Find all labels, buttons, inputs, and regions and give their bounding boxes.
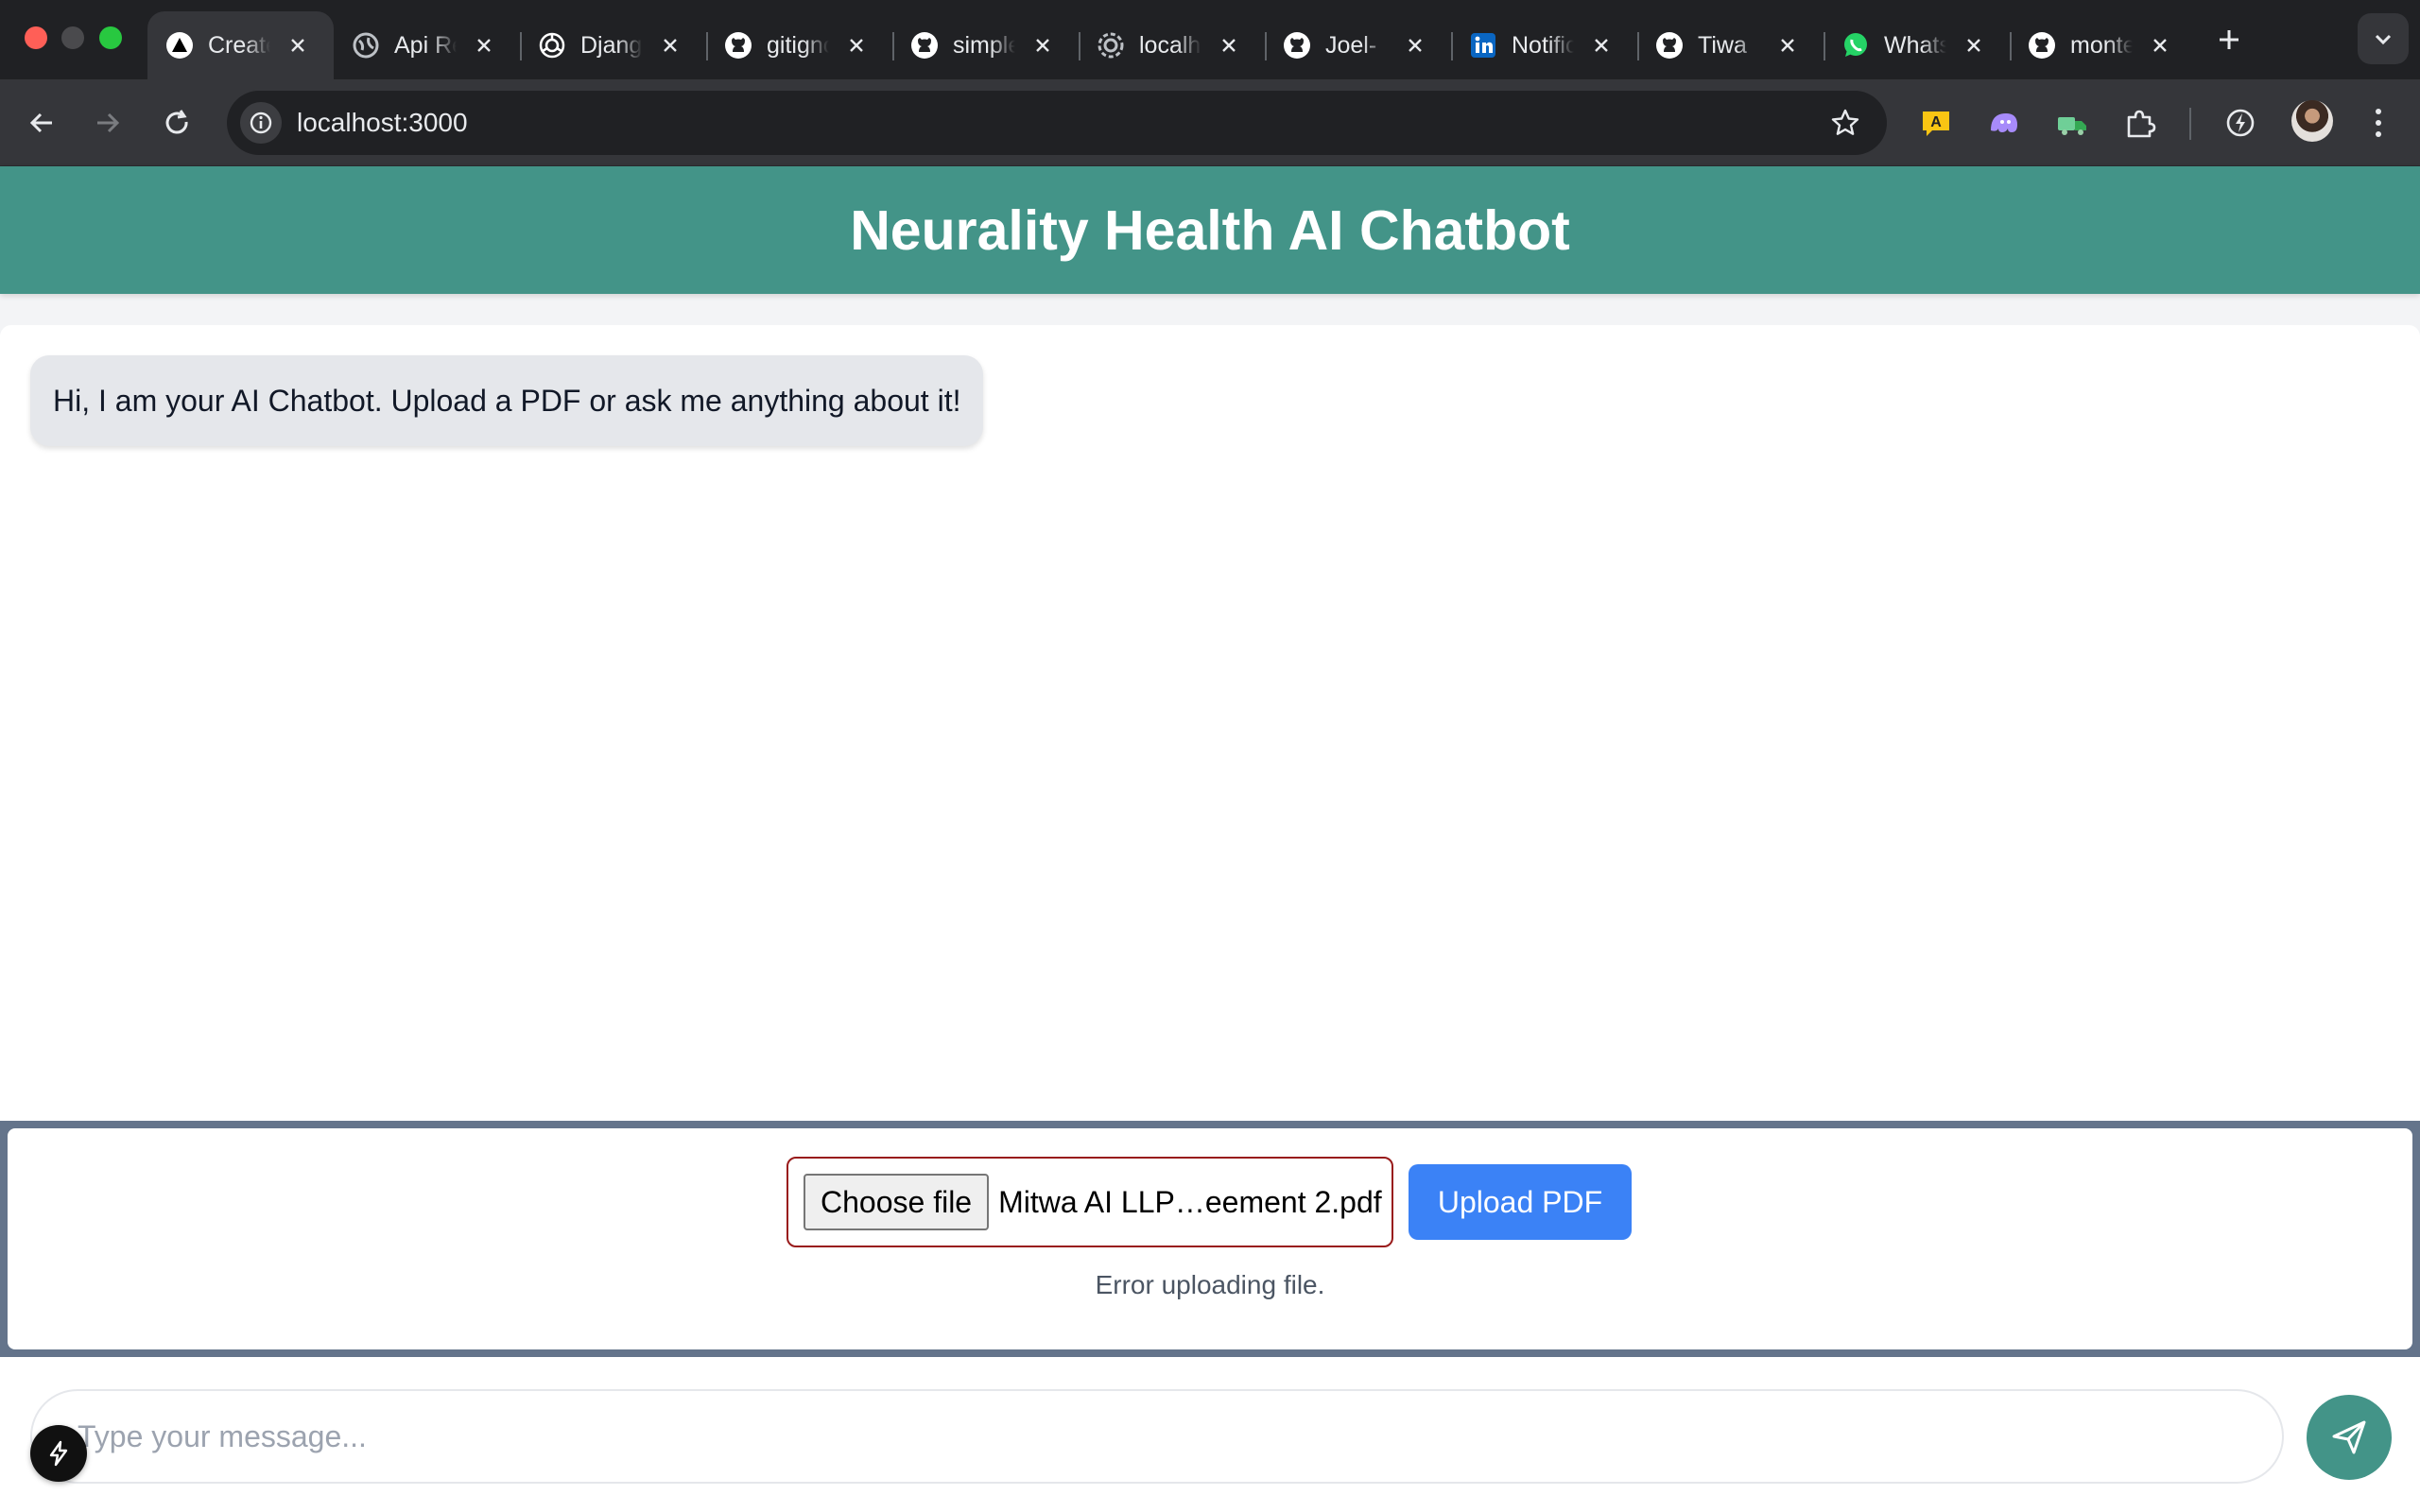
tab-title: Django bbox=[580, 31, 643, 59]
page-title: Neurality Health AI Chatbot bbox=[850, 198, 1570, 262]
forward-button[interactable] bbox=[87, 102, 129, 144]
tab-title: gitignore bbox=[767, 31, 829, 59]
tab-title: monte bbox=[2070, 31, 2133, 59]
linkedin-icon bbox=[1468, 30, 1498, 60]
arrow-right-icon bbox=[97, 112, 120, 133]
tab-joel[interactable]: Joel- bbox=[1265, 11, 1451, 79]
app-header: Neurality Health AI Chatbot bbox=[0, 166, 2420, 294]
tab-title: localhost bbox=[1139, 31, 1201, 59]
globe-icon bbox=[351, 30, 381, 60]
file-input[interactable]: Choose file Mitwa AI LLP…eement 2.pdf bbox=[786, 1157, 1393, 1247]
extension-translate-icon[interactable]: A bbox=[1915, 102, 1957, 144]
tab-whatsapp[interactable]: WhatsApp bbox=[1824, 11, 2010, 79]
arrow-left-icon bbox=[29, 112, 52, 133]
more-vertical-icon[interactable] bbox=[2358, 102, 2399, 144]
send-icon bbox=[2332, 1420, 2366, 1454]
message-input[interactable] bbox=[30, 1389, 2284, 1484]
globe-icon bbox=[1096, 30, 1126, 60]
tab-create-next-app[interactable]: Create Next App bbox=[147, 11, 334, 79]
github-icon bbox=[2027, 30, 2057, 60]
url-text: localhost:3000 bbox=[297, 108, 468, 137]
tab-notifications[interactable]: Notifications bbox=[1451, 11, 1637, 79]
address-bar[interactable]: localhost:3000 bbox=[227, 91, 1887, 155]
tab-simple[interactable]: simple bbox=[892, 11, 1079, 79]
tab-title: Create Next App bbox=[208, 31, 270, 59]
selected-file-name: Mitwa AI LLP…eement 2.pdf bbox=[998, 1184, 1382, 1219]
close-icon[interactable] bbox=[1031, 34, 1054, 57]
close-icon[interactable] bbox=[1776, 34, 1799, 57]
window-maximize-button[interactable] bbox=[99, 26, 122, 49]
send-button[interactable] bbox=[2307, 1395, 2392, 1480]
close-icon[interactable] bbox=[1404, 34, 1426, 57]
github-icon bbox=[909, 30, 940, 60]
extension-truck-icon[interactable] bbox=[2051, 102, 2093, 144]
browser-tabstrip: Create Next App Api Reference Django git… bbox=[0, 0, 2420, 79]
upload-status-message: Error uploading file. bbox=[1095, 1270, 1325, 1299]
github-icon bbox=[1282, 30, 1312, 60]
chat-window[interactable]: Hi, I am your AI Chatbot. Upload a PDF o… bbox=[0, 325, 2420, 1121]
window-minimize-button[interactable] bbox=[61, 26, 84, 49]
new-tab-button[interactable] bbox=[2212, 23, 2246, 57]
tab-title: Joel- bbox=[1325, 31, 1377, 59]
chevron-down-icon bbox=[2375, 34, 2392, 45]
reload-icon bbox=[165, 110, 188, 134]
tab-list: Create Next App Api Reference Django git… bbox=[147, 11, 2196, 79]
tab-gitignore[interactable]: gitignore bbox=[706, 11, 892, 79]
tab-title: WhatsApp bbox=[1884, 31, 1946, 59]
back-button[interactable] bbox=[21, 102, 62, 144]
tab-monte[interactable]: monte bbox=[2010, 11, 2196, 79]
close-icon[interactable] bbox=[286, 34, 309, 57]
choose-file-button[interactable]: Choose file bbox=[804, 1174, 990, 1230]
close-icon[interactable] bbox=[1218, 34, 1240, 57]
window-close-button[interactable] bbox=[25, 26, 47, 49]
github-icon bbox=[723, 30, 753, 60]
tab-search-button[interactable] bbox=[2358, 13, 2409, 64]
tab-title: Tiwa bbox=[1698, 31, 1747, 59]
browser-toolbar: localhost:3000 A bbox=[0, 79, 2420, 166]
nextjs-dev-indicator[interactable] bbox=[30, 1425, 87, 1482]
tab-api-reference[interactable]: Api Reference bbox=[334, 11, 520, 79]
close-icon[interactable] bbox=[473, 34, 495, 57]
reload-button[interactable] bbox=[157, 102, 199, 144]
profile-avatar[interactable] bbox=[2291, 100, 2333, 142]
close-icon[interactable] bbox=[845, 34, 868, 57]
github-icon bbox=[1654, 30, 1685, 60]
tab-title: simple bbox=[953, 31, 1015, 59]
close-icon[interactable] bbox=[1590, 34, 1613, 57]
bookmark-star-icon[interactable] bbox=[1828, 106, 1862, 140]
openai-icon bbox=[537, 30, 567, 60]
tab-localhost[interactable]: localhost bbox=[1079, 11, 1265, 79]
plus-icon bbox=[2220, 30, 2238, 49]
svg-text:A: A bbox=[1930, 114, 1942, 130]
toolbar-divider bbox=[2189, 108, 2191, 140]
close-icon[interactable] bbox=[1962, 34, 1985, 57]
close-icon[interactable] bbox=[2149, 34, 2171, 57]
tab-title: Api Reference bbox=[394, 31, 457, 59]
upload-card: Choose file Mitwa AI LLP…eement 2.pdf Up… bbox=[8, 1128, 2412, 1349]
performance-bolt-icon[interactable] bbox=[2220, 102, 2261, 144]
message-composer bbox=[0, 1357, 2420, 1512]
info-icon[interactable] bbox=[240, 102, 282, 144]
nextjs-icon bbox=[164, 30, 195, 60]
extensions-puzzle-icon[interactable] bbox=[2119, 102, 2161, 144]
tab-django[interactable]: Django bbox=[520, 11, 706, 79]
extension-ghost-icon[interactable] bbox=[1983, 102, 2025, 144]
upload-panel: Choose file Mitwa AI LLP…eement 2.pdf Up… bbox=[0, 1121, 2420, 1357]
bot-message: Hi, I am your AI Chatbot. Upload a PDF o… bbox=[30, 355, 984, 446]
lightning-icon bbox=[49, 1440, 68, 1467]
tab-title: Notifications bbox=[1512, 31, 1574, 59]
close-icon[interactable] bbox=[659, 34, 682, 57]
app-page: Neurality Health AI Chatbot Hi, I am you… bbox=[0, 166, 2420, 1512]
tab-tiwa[interactable]: Tiwa bbox=[1637, 11, 1824, 79]
whatsapp-icon bbox=[1841, 30, 1871, 60]
upload-pdf-button[interactable]: Upload PDF bbox=[1409, 1164, 1632, 1240]
